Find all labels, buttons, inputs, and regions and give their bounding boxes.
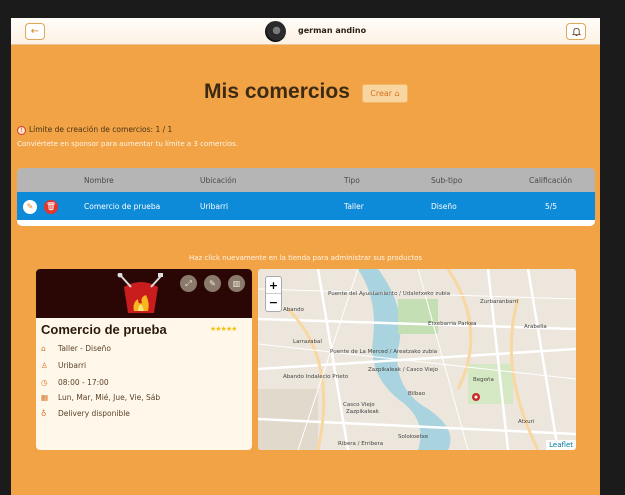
card-title: Comercio de prueba — [41, 322, 167, 337]
trash-icon: 🗑 — [45, 202, 57, 211]
info-hours: ◷ 08:00 - 17:00 — [41, 378, 109, 387]
clock-icon: ◷ — [41, 378, 48, 387]
bike-icon: ♁ — [41, 409, 47, 418]
cell-name: Comercio de prueba — [84, 202, 161, 211]
column-header: Calificación — [529, 176, 572, 185]
map-label: Etxebarria Parkea — [428, 321, 477, 327]
shop-icon: ⌂ — [41, 344, 46, 353]
warning-icon: ! — [17, 126, 26, 135]
zoom-control: + − — [265, 276, 282, 312]
map-label: Ribera / Erribera — [338, 441, 384, 447]
info-delivery: ♁ Delivery disponible — [41, 409, 130, 418]
create-button-label: Crear — [370, 89, 393, 98]
edit-icon: ✎ — [26, 202, 34, 211]
edit-icon: ✎ — [209, 279, 216, 288]
info-category: ⌂ Taller - Diseño — [41, 344, 111, 353]
info-location: ♙ Uribarri — [41, 361, 86, 370]
cell-subtype: Diseño — [431, 202, 457, 211]
link-button[interactable]: ⤢ — [180, 275, 197, 292]
column-header: Nombre — [84, 176, 114, 185]
table-header: Nombre Ubicación Tipo Sub-tipo Calificac… — [17, 168, 595, 192]
cell-location: Uribarri — [200, 202, 229, 211]
map-label: Atxuri — [518, 419, 535, 425]
location-icon: ♙ — [41, 361, 48, 370]
map-label: Zazpikaleak / Casco Viejo — [368, 367, 438, 373]
map-label: Larrazabal — [293, 339, 322, 345]
map-label: Puente de La Merced / Areatzako zubia — [330, 349, 438, 355]
map-label: Zazpikaleak — [346, 409, 379, 415]
notifications-button[interactable] — [566, 23, 586, 40]
map[interactable]: Puente del Ayuntamiento / Udaletxeko zub… — [258, 269, 576, 450]
limit-row: ! Límite de creación de comercios: 1 / 1 — [17, 125, 172, 135]
hint-text: Haz click nuevamente en la tienda para a… — [188, 254, 423, 262]
edit-button[interactable]: ✎ — [23, 200, 37, 214]
edit-card-button[interactable]: ✎ — [204, 275, 221, 292]
hours-text: 08:00 - 17:00 — [58, 378, 109, 387]
shops-table: Nombre Ubicación Tipo Sub-tipo Calificac… — [17, 168, 595, 226]
limit-text: Límite de creación de comercios: 1 / 1 — [29, 125, 173, 134]
map-label: Arabella — [524, 324, 547, 330]
sponsor-note: Conviértete en sponsor para aumentar tu … — [17, 140, 239, 148]
cell-rating: 5/5 — [545, 202, 558, 211]
avatar[interactable] — [265, 21, 286, 42]
shop-card[interactable]: ⤢ ✎ ▥ Comercio de prueba ★★★★★ ⌂ Taller -… — [36, 269, 252, 450]
zoom-in-button[interactable]: + — [266, 277, 281, 294]
cell-type: Taller — [344, 202, 364, 211]
top-bar: ← german andino — [11, 18, 600, 45]
book-icon: ▥ — [232, 279, 241, 288]
days-text: Lun, Mar, Mié, Jue, Vie, Sáb — [58, 393, 161, 402]
map-label: Begoña — [473, 377, 494, 383]
map-label: Abando — [283, 307, 304, 313]
catalog-button[interactable]: ▥ — [228, 275, 245, 292]
delivery-text: Delivery disponible — [58, 409, 130, 418]
location-text: Uribarri — [58, 361, 87, 370]
bell-icon — [571, 27, 581, 37]
info-days: ▦ Lun, Mar, Mié, Jue, Vie, Sáb — [41, 393, 160, 402]
map-label: Zurbaranbarri — [480, 299, 519, 305]
home-icon: ⌂ — [394, 89, 400, 98]
calendar-icon: ▦ — [41, 393, 49, 402]
column-header: Sub-tipo — [431, 176, 463, 185]
shop-logo — [117, 273, 163, 313]
column-header: Ubicación — [200, 176, 237, 185]
card-banner: ⤢ ✎ ▥ — [36, 269, 252, 318]
category-text: Taller - Diseño — [58, 344, 111, 353]
map-label: Puente del Ayuntamiento / Udaletxeko zub… — [328, 291, 451, 297]
create-button[interactable]: Crear ⌂ — [362, 84, 408, 103]
rating-stars: ★★★★★ — [210, 325, 237, 333]
back-button[interactable]: ← — [25, 23, 45, 40]
zoom-out-button[interactable]: − — [266, 294, 281, 311]
map-attribution[interactable]: Leaflet — [546, 440, 576, 450]
link-icon: ⤢ — [185, 279, 192, 288]
app-frame: ← german andino Mis comercios Crear ⌂ ! L… — [11, 18, 600, 495]
map-label: Casco Viejo — [343, 402, 375, 408]
username: german andino — [298, 26, 367, 35]
page-title: Mis comercios — [204, 80, 350, 103]
map-label: Abando Indalecio Prieto — [283, 374, 349, 380]
arrow-left-icon: ← — [30, 26, 40, 37]
delete-button[interactable]: 🗑 — [44, 200, 58, 214]
map-label: Bilbao — [408, 391, 426, 397]
map-label: Solokoetxe — [398, 434, 429, 440]
table-row[interactable]: ✎ 🗑 Comercio de prueba Uribarri Taller D… — [17, 192, 595, 220]
column-header: Tipo — [344, 176, 360, 185]
